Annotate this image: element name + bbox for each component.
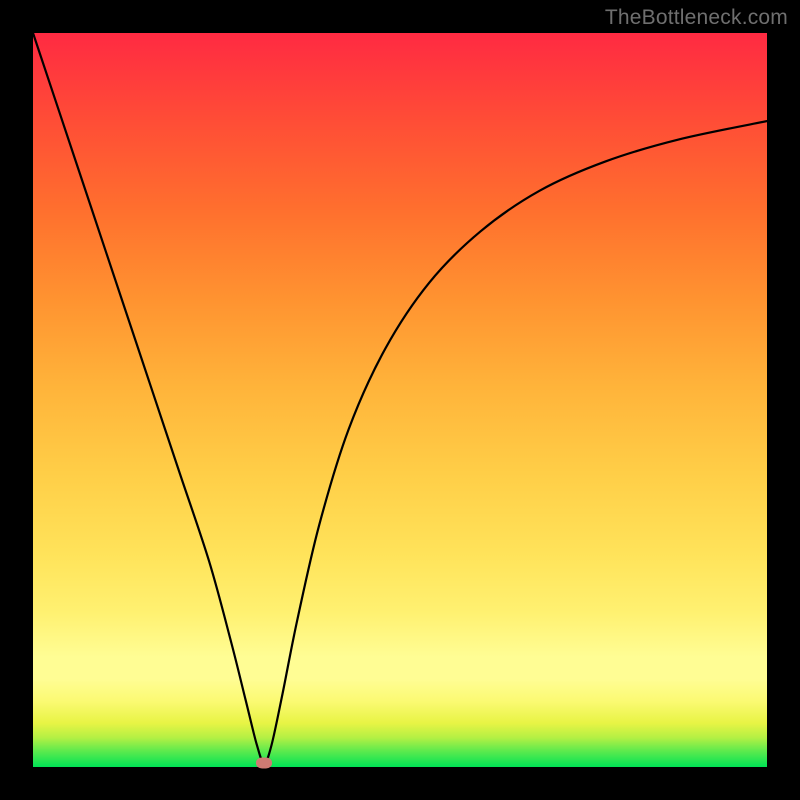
bottleneck-curve (33, 33, 767, 767)
watermark-text: TheBottleneck.com (605, 6, 788, 30)
plot-area (33, 33, 767, 767)
minimum-marker (256, 758, 272, 769)
chart-frame: TheBottleneck.com (0, 0, 800, 800)
